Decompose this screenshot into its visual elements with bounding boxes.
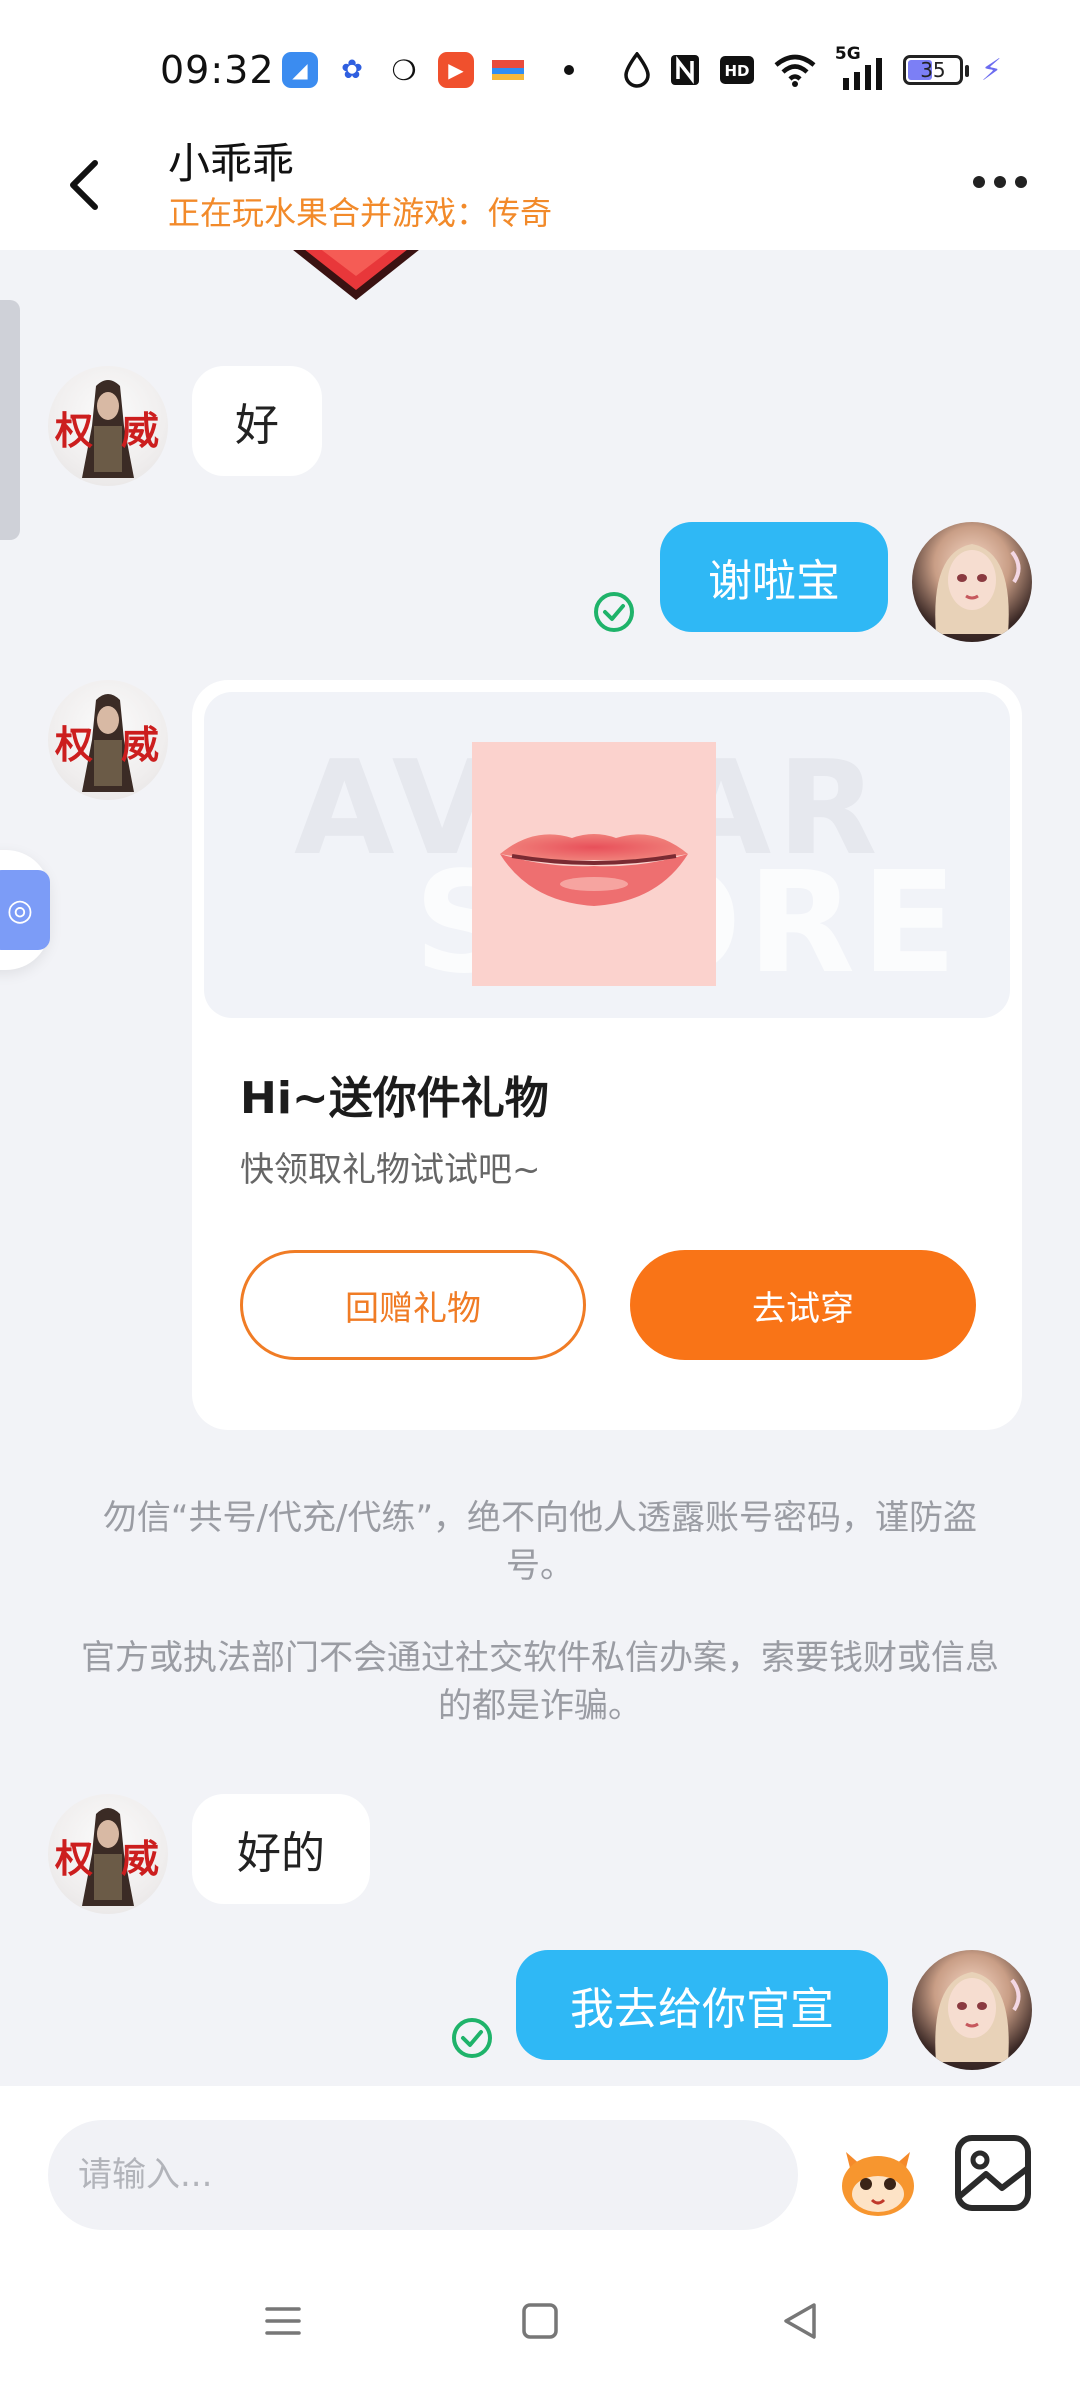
- notification-icons: ◢ ✿ ❍ ▶: [282, 52, 574, 88]
- try-on-button[interactable]: 去试穿: [630, 1250, 976, 1360]
- svg-text:HD: HD: [724, 62, 749, 80]
- heart-sticker: [293, 250, 419, 300]
- scan-icon: ◎: [0, 870, 50, 950]
- image-icon: [955, 2135, 1031, 2211]
- browser-app-icon: ◢: [282, 52, 318, 88]
- chevron-left-icon: [70, 160, 98, 210]
- wallet-app-icon: [490, 52, 526, 88]
- wechat-app-icon: ❍: [386, 52, 422, 88]
- status-bar: 09:32 ◢ ✿ ❍ ▶ HD 5G 35 ⚡: [0, 0, 1080, 130]
- svg-text:权: 权: [54, 722, 93, 767]
- image-picker-button[interactable]: [952, 2132, 1036, 2216]
- battery-icon: 35: [902, 55, 969, 85]
- svg-text:权: 权: [54, 1836, 93, 1881]
- incoming-message[interactable]: 好的: [192, 1794, 370, 1904]
- safety-notice: 官方或执法部门不会通过社交软件私信办案，索要钱财或信息的都是诈骗。: [81, 1638, 999, 1726]
- more-options-button[interactable]: [960, 152, 1040, 212]
- sticker-button[interactable]: [832, 2132, 924, 2224]
- mascot-icon: [842, 2152, 914, 2216]
- message-input[interactable]: [48, 2120, 798, 2230]
- contact-avatar[interactable]: 权 威: [48, 1794, 168, 1914]
- message-list[interactable]: ◎ 权 威 好 谢啦宝 权 威 Hi~送你件礼物 快领取礼物试试吧~ 回赠礼物 …: [0, 250, 1080, 2086]
- battery-level: 35: [920, 58, 946, 82]
- svg-text:威: 威: [121, 408, 159, 453]
- system-icons: HD 5G 35 ⚡: [623, 44, 1002, 90]
- side-drawer-handle[interactable]: [0, 300, 20, 540]
- status-time: 09:32: [160, 48, 275, 92]
- contact-avatar[interactable]: 权 威: [48, 366, 168, 486]
- baidu-app-icon: ✿: [334, 52, 370, 88]
- contact-avatar[interactable]: 权 威: [48, 680, 168, 800]
- wifi-icon: [774, 54, 816, 87]
- read-check-icon: [594, 592, 634, 632]
- back-nav-button[interactable]: [765, 2286, 835, 2356]
- charging-icon: ⚡: [980, 52, 1002, 88]
- contact-name: 小乖乖: [168, 139, 295, 188]
- gift-card-subtitle: 快领取礼物试试吧~: [240, 1150, 541, 1190]
- nfc-icon: [670, 55, 699, 85]
- home-nav-button[interactable]: [505, 2286, 575, 2356]
- contact-status[interactable]: 正在玩水果合并游戏：传奇: [168, 188, 552, 234]
- hd-icon: HD: [719, 56, 754, 84]
- square-icon: [522, 2303, 558, 2339]
- safety-notice: 勿信“共号/代充/代练”，绝不向他人透露账号密码，谨防盗号。: [102, 1498, 978, 1586]
- back-button[interactable]: [50, 140, 120, 230]
- triangle-back-icon: [784, 2303, 816, 2339]
- outgoing-message[interactable]: 我去给你官宣: [516, 1950, 888, 2060]
- svg-text:威: 威: [121, 1836, 159, 1881]
- incoming-message[interactable]: 好: [192, 366, 322, 476]
- message-input-container[interactable]: [48, 2120, 798, 2230]
- gift-card-title: Hi~送你件礼物: [240, 1073, 549, 1124]
- input-bar: [0, 2086, 1080, 2400]
- outgoing-message[interactable]: 谢啦宝: [660, 522, 888, 632]
- more-notifications-dot: [564, 65, 574, 75]
- svg-text:威: 威: [121, 722, 159, 767]
- hamburger-icon: [265, 2307, 301, 2335]
- read-check-icon: [452, 2018, 492, 2058]
- chat-header: 小乖乖 正在玩水果合并游戏：传奇: [0, 130, 1080, 250]
- system-nav-bar: [0, 2246, 1080, 2400]
- gift-lips-image[interactable]: [472, 742, 716, 986]
- my-avatar[interactable]: [912, 522, 1032, 642]
- water-drop-icon: [624, 52, 650, 88]
- menu-nav-button[interactable]: [248, 2286, 318, 2356]
- return-gift-button[interactable]: 回赠礼物: [240, 1250, 586, 1360]
- signal-icon: 5G: [835, 44, 885, 90]
- video-app-icon: ▶: [438, 52, 474, 88]
- floating-scan-button[interactable]: ◎: [0, 850, 50, 970]
- svg-text:权: 权: [54, 408, 93, 453]
- my-avatar[interactable]: [912, 1950, 1032, 2070]
